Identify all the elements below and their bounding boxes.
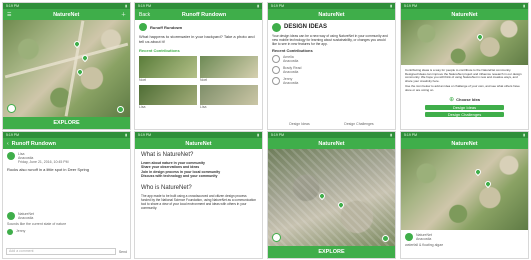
design-title: DESIGN IDEAS [284, 24, 328, 30]
reply-user: Jenny [16, 229, 26, 233]
design-intro: Your design ideas can be a new way of us… [272, 34, 388, 46]
location-button[interactable] [7, 104, 16, 113]
screen-about: 5:19 PM ▮ NatureNet What is NatureNet? Le… [134, 131, 263, 259]
idea-place: Anacostia [283, 70, 299, 74]
contribution-card[interactable]: Noel [200, 56, 258, 82]
app-title: NatureNet [318, 140, 345, 147]
app-title: NatureNet [53, 11, 80, 18]
avatar [7, 152, 15, 160]
choose-idea-label[interactable]: Choose Idea [456, 97, 480, 102]
idea-place: Anacostia [283, 59, 299, 63]
tab-design-challenges[interactable]: Design Challenges [344, 122, 373, 126]
add-icon[interactable]: ＋ [121, 11, 126, 18]
ideas-panel: Contributing ideas is a way for people t… [401, 66, 528, 129]
about-line: Discuss with technology and your communi… [141, 173, 218, 178]
commenter-place: Anacostia [18, 216, 34, 220]
camera-button[interactable] [382, 235, 389, 242]
app-bar: Back Runoff Rundown [135, 9, 262, 20]
idea-item[interactable]: Jenny Anacostia [272, 77, 391, 85]
plus-icon: ⊕ [449, 96, 455, 103]
idea-icon [272, 77, 280, 85]
map-pin[interactable] [473, 168, 482, 177]
idea-icon [272, 55, 280, 63]
comment-input[interactable]: Add a comment [6, 248, 116, 255]
map-pin[interactable] [475, 32, 485, 41]
app-title: NatureNet [185, 140, 212, 147]
idea-icon [272, 66, 280, 74]
map-pin[interactable] [75, 67, 84, 76]
explore-button[interactable]: EXPLORE [268, 246, 395, 258]
screen-title: NatureNet [318, 11, 345, 18]
about-heading-what: What is NatureNet? [141, 152, 194, 158]
avatar [7, 229, 13, 235]
send-button[interactable]: Send [119, 250, 127, 254]
app-title: NatureNet [451, 11, 478, 18]
recent-label: Recent Contributions [272, 48, 313, 53]
avatar [139, 23, 147, 31]
screen-runoff-rundown: 5:19 PM ▮ Back Runoff Rundown Runoff Rund… [134, 2, 263, 130]
map-pin[interactable] [317, 191, 327, 200]
screen-title: Runoff Rundown [11, 140, 56, 147]
screen-design-ideas: 5:19 PM ▮ NatureNet DESIGN IDEAS Your des… [267, 2, 396, 130]
post-date: Friday, June 21, 2016, 10:45 PM [18, 160, 69, 164]
map-view[interactable] [401, 149, 528, 230]
idea-item[interactable]: Brady Read Anacostia [272, 66, 391, 74]
preview-caption: waterfall & floating algae [405, 243, 444, 247]
app-bar: NatureNet [268, 9, 395, 20]
avatar [7, 212, 15, 220]
contribution-photo [139, 56, 197, 78]
idea-place: Anacostia [283, 81, 299, 85]
activity-title: Runoff Rundown [150, 24, 183, 30]
preview-place: Anacostia [416, 237, 432, 241]
screen-comment: 5:19 PM ▮ ‹ Runoff Rundown Lisa Anacostia… [2, 131, 131, 259]
app-title: NatureNet [451, 140, 478, 147]
photo-preview-card[interactable]: NatureNet Anacostia waterfall & floating… [401, 230, 528, 258]
app-bar: ☰ NatureNet ＋ [3, 9, 130, 20]
screen-ideas-panel: 5:19 PM ▮ NatureNet Contributing ideas is… [400, 2, 529, 130]
contribution-photo [200, 85, 258, 105]
ideas-paragraph-2: Use the icon below to add an idea or cha… [405, 84, 520, 92]
tab-design-ideas[interactable]: Design Ideas [289, 122, 309, 126]
design-ideas-button[interactable]: Design Ideas [425, 104, 504, 110]
map-view[interactable] [401, 20, 528, 65]
map-pin[interactable] [336, 201, 346, 210]
app-bar: ‹ Runoff Rundown [3, 138, 130, 149]
ideas-paragraph-1: Contributing ideas is a way for people t… [405, 68, 522, 83]
screen-photo-preview: 5:19 PM ▮ NatureNet NatureNet Anacostia w… [400, 131, 529, 259]
location-button[interactable] [272, 233, 281, 242]
about-heading-who: Who is NatureNet? [141, 185, 192, 192]
design-challenges-button[interactable]: Design Challenges [425, 111, 504, 117]
map-view[interactable] [268, 149, 395, 246]
contribution-user: Lisa [139, 105, 146, 109]
screen-map-explore: 5:19 PM ▮ ☰ NatureNet ＋ EXPLORE [2, 2, 131, 130]
contribution-card[interactable]: Lisa [200, 85, 258, 109]
lightbulb-icon [272, 23, 281, 32]
contribution-user: Noel [200, 78, 208, 82]
app-bar: NatureNet [268, 138, 395, 149]
screen-satellite-map: 5:19 PM ▮ NatureNet EXPLORE [267, 131, 396, 259]
map-pin[interactable] [483, 180, 493, 189]
app-bar: NatureNet [135, 138, 262, 149]
app-bar: NatureNet [401, 138, 528, 149]
contribution-photo [139, 85, 197, 105]
explore-button[interactable]: EXPLORE [3, 117, 130, 129]
contribution-user: Noel [139, 78, 147, 82]
avatar [405, 233, 413, 241]
app-bar: NatureNet [401, 9, 528, 20]
about-body: The app made to be built using a crowdso… [141, 194, 256, 211]
map-view[interactable] [3, 20, 130, 117]
contribution-card[interactable]: Lisa [139, 85, 197, 109]
recent-label: Recent Contributions [139, 48, 180, 53]
activity-question: What happens to stormwater in your backy… [139, 34, 255, 44]
contribution-card[interactable]: Noel [139, 56, 197, 82]
comment-text: Sounds like the current state of nature [7, 222, 67, 226]
idea-item[interactable]: Amelia Anacostia [272, 55, 391, 63]
screen-title: Runoff Rundown [181, 11, 227, 18]
back-button[interactable]: Back [139, 12, 150, 18]
contribution-user: Lisa [200, 105, 207, 109]
contribution-photo [200, 56, 258, 78]
camera-button[interactable] [117, 106, 124, 113]
